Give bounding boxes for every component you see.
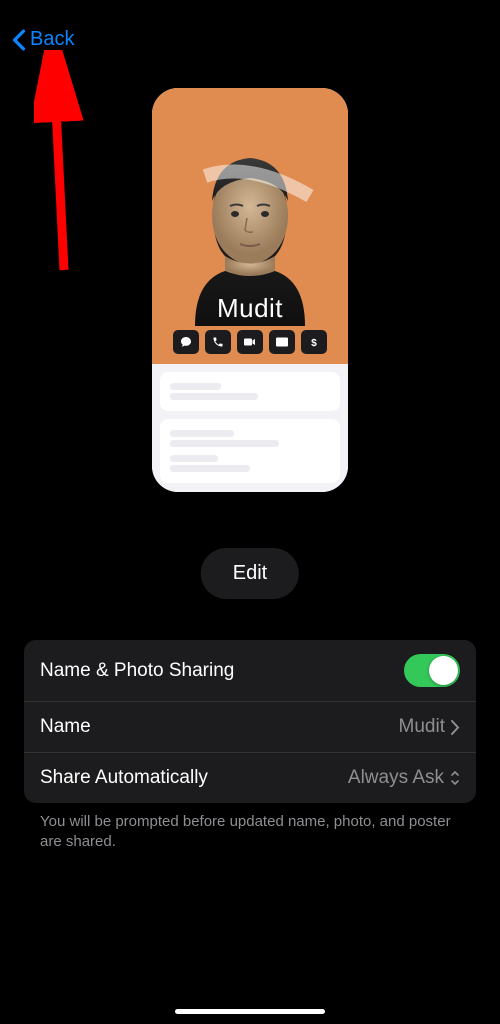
back-label: Back (30, 28, 74, 51)
message-icon (173, 330, 199, 354)
share-auto-value: Always Ask (348, 767, 444, 789)
contact-poster: Mudit $ (152, 88, 348, 364)
name-label: Name (40, 716, 91, 738)
phone-icon (205, 330, 231, 354)
info-block (160, 419, 340, 483)
sharing-toggle-row[interactable]: Name & Photo Sharing (24, 640, 476, 701)
sharing-label: Name & Photo Sharing (40, 660, 234, 682)
contact-info-area (152, 364, 348, 492)
settings-group: Name & Photo Sharing Name Mudit Share Au… (24, 640, 476, 803)
footnote: You will be prompted before updated name… (40, 812, 460, 853)
chevron-left-icon (12, 29, 26, 51)
info-block (160, 372, 340, 411)
pay-icon: $ (301, 330, 327, 354)
share-auto-row[interactable]: Share Automatically Always Ask (24, 752, 476, 803)
svg-text:$: $ (311, 338, 317, 349)
contact-action-row: $ (173, 330, 327, 354)
updown-icon (450, 770, 460, 786)
mail-icon (269, 330, 295, 354)
chevron-right-icon (451, 720, 460, 735)
share-auto-label: Share Automatically (40, 767, 208, 789)
contact-name: Mudit (217, 293, 283, 324)
contact-card-preview: Mudit $ (152, 88, 348, 492)
edit-label: Edit (233, 562, 267, 584)
home-indicator[interactable] (175, 1009, 325, 1014)
back-button[interactable]: Back (12, 28, 74, 51)
toggle-knob (429, 656, 458, 685)
video-icon (237, 330, 263, 354)
name-row[interactable]: Name Mudit (24, 701, 476, 752)
edit-button[interactable]: Edit (201, 548, 299, 599)
sharing-toggle[interactable] (404, 654, 460, 687)
name-value: Mudit (399, 716, 445, 738)
arrow-annotation (34, 50, 94, 280)
